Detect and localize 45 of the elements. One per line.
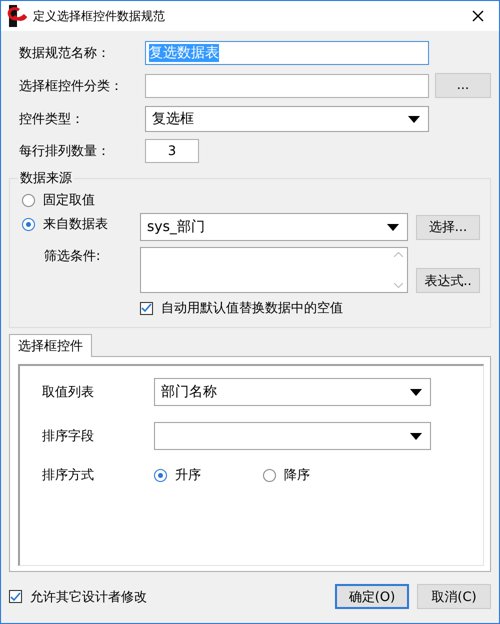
field-label: 筛选条件: [44, 249, 100, 264]
input-field[interactable] [145, 74, 429, 98]
radio-label: 来自数据表 [43, 216, 108, 233]
close-icon [472, 10, 484, 22]
radio-label: 降序 [284, 467, 310, 484]
expression-button[interactable]: 表达式.. [416, 268, 480, 293]
radio-label: 固定取值 [43, 192, 95, 209]
caret-icon [410, 432, 422, 440]
checkbox[interactable] [9, 590, 22, 603]
dropdown[interactable]: sys_部门 [140, 213, 408, 241]
dropdown[interactable] [154, 422, 431, 450]
filter-text-area[interactable] [140, 247, 408, 293]
field-label: 取值列表 [42, 384, 95, 401]
window-title: 定义选择框控件数据规范 [33, 8, 166, 24]
field-label: 排序方式 [42, 467, 95, 484]
dialog-button[interactable]: 确定(O) [335, 584, 409, 609]
checkbox-label: 自动用默认值替换数据中的空值 [161, 300, 343, 317]
select-button[interactable]: 选择... [416, 214, 480, 240]
number-field[interactable]: 3 [145, 139, 199, 163]
radio-button[interactable] [154, 468, 167, 482]
caret-icon [387, 224, 399, 230]
radio-label: 升序 [175, 467, 201, 484]
radio-button[interactable] [263, 468, 276, 482]
checkbox[interactable] [140, 302, 153, 314]
dropdown[interactable]: 部门名称 [154, 378, 431, 406]
checkbox-label: 允许其它设计者修改 [30, 588, 147, 606]
field-label: 排序字段 [42, 428, 95, 445]
scroll-up-icon[interactable] [394, 252, 403, 257]
radio-button[interactable] [22, 194, 35, 206]
tab[interactable]: 选择框控件 [9, 334, 92, 357]
caret-icon [410, 388, 422, 396]
check-icon [10, 592, 21, 602]
dialog-button[interactable]: 取消(C) [417, 584, 491, 609]
scroll-down-icon[interactable] [394, 283, 403, 288]
caret-icon [408, 116, 420, 122]
radio-button[interactable] [22, 218, 35, 230]
field-label: 控件类型： [19, 111, 85, 128]
field-label: 选择框控件分类： [19, 78, 124, 94]
group-title: 数据来源 [19, 170, 73, 187]
field-label: 每行排列数量： [19, 143, 111, 160]
browse-button[interactable]: ... [435, 73, 491, 98]
field-label: 数据规范名称： [19, 45, 111, 62]
app-logo-icon [7, 5, 27, 27]
check-icon [141, 303, 152, 313]
dropdown[interactable]: 复选框 [145, 106, 429, 132]
